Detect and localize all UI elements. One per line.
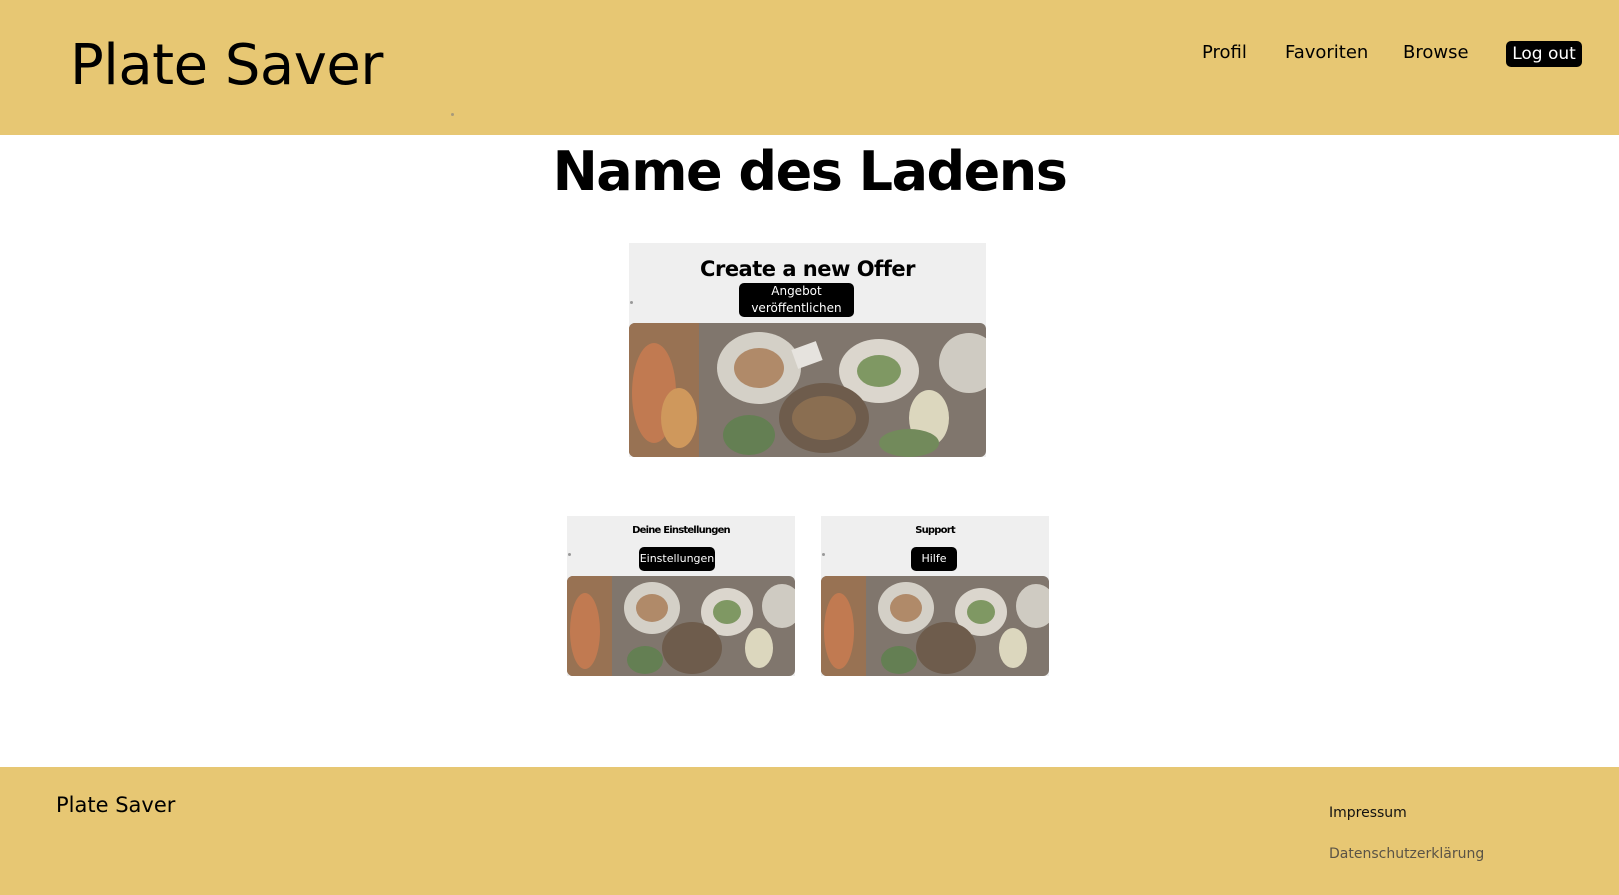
decorative-dot xyxy=(451,113,454,116)
settings-button[interactable]: Einstellungen xyxy=(639,547,715,571)
decorative-dot xyxy=(630,301,633,304)
logout-button[interactable]: Log out xyxy=(1506,41,1582,67)
footer-link-impressum[interactable]: Impressum xyxy=(1329,803,1407,823)
decorative-dot xyxy=(822,553,825,556)
nav-link-profil[interactable]: Profil xyxy=(1202,40,1247,66)
page-title: Name des Ladens xyxy=(552,140,1068,203)
food-table-image xyxy=(629,323,986,457)
card-title: Deine Einstellungen xyxy=(632,525,731,536)
card-title: Create a new Offer xyxy=(700,257,915,281)
publish-offer-button[interactable]: Angebot veröffentlichen xyxy=(739,283,854,317)
settings-card: Deine Einstellungen Einstellungen xyxy=(567,516,795,676)
food-table-image xyxy=(821,576,1049,676)
nav-link-browse[interactable]: Browse xyxy=(1403,40,1469,66)
site-header: Plate Saver Profil Favoriten Browse Log … xyxy=(0,0,1619,135)
decorative-dot xyxy=(568,553,571,556)
site-logo[interactable]: Plate Saver xyxy=(70,30,383,102)
nav-link-favoriten[interactable]: Favoriten xyxy=(1285,40,1368,66)
help-button[interactable]: Hilfe xyxy=(911,547,957,571)
footer-logo: Plate Saver xyxy=(56,793,176,817)
site-footer: Plate Saver Impressum Datenschutzerkläru… xyxy=(0,767,1619,895)
support-card: Support Hilfe xyxy=(821,516,1049,676)
food-table-image xyxy=(567,576,795,676)
card-title: Support xyxy=(915,525,955,536)
create-offer-card: Create a new Offer Angebot veröffentlich… xyxy=(629,243,986,457)
footer-link-datenschutz[interactable]: Datenschutzerklärung xyxy=(1329,844,1484,864)
